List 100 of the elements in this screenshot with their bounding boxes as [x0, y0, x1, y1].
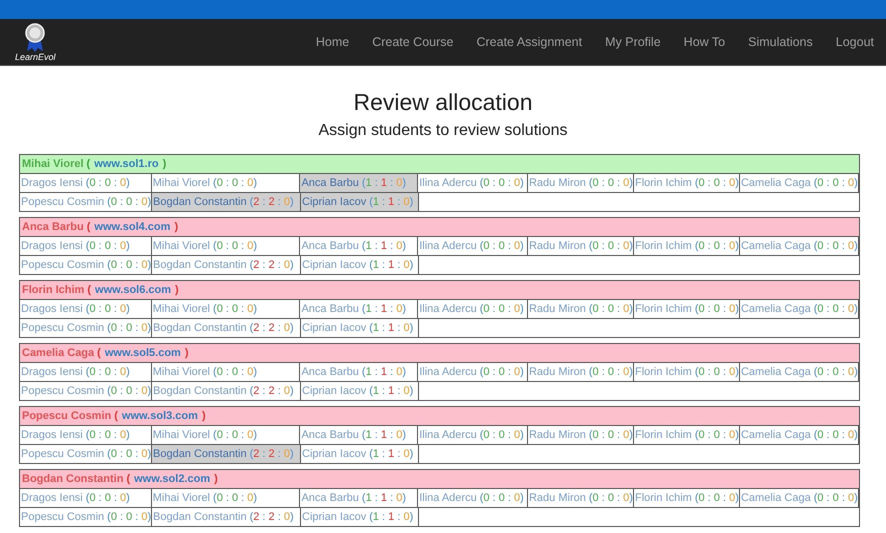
reviewer-cell[interactable]: Dragos Iensi (0 : 0 : 0): [20, 300, 152, 318]
reviewer-cell[interactable]: Radu Miron (0 : 0 : 0): [528, 300, 634, 318]
reviewer-cell[interactable]: Ciprian Iacov (1 : 1 : 0): [301, 193, 419, 211]
nav-link[interactable]: Create Assignment: [476, 32, 582, 52]
reviewer-name: Ilina Adercu: [419, 302, 477, 317]
review-counts: (0 : 0 : 0): [814, 238, 858, 254]
reviewer-cell[interactable]: Florin Ichim (0 : 0 : 0): [634, 363, 740, 381]
reviewer-cell[interactable]: Ciprian Iacov (1 : 1 : 0): [301, 445, 419, 463]
reviewer-cell[interactable]: Camelia Caga (0 : 0 : 0): [740, 300, 859, 318]
solution-link[interactable]: www.sol5.com: [104, 344, 181, 362]
reviewer-cell[interactable]: Ciprian Iacov (1 : 1 : 0): [301, 256, 419, 274]
reviewer-cell[interactable]: Ciprian Iacov (1 : 1 : 0): [301, 508, 419, 526]
reviewer-name: Ilina Adercu: [419, 428, 477, 443]
bracket: (: [114, 408, 118, 424]
reviewer-cell[interactable]: Ilina Adercu (0 : 0 : 0): [418, 426, 528, 444]
reviewer-cell[interactable]: Mihai Viorel (0 : 0 : 0): [152, 363, 300, 381]
reviewer-cell[interactable]: Bogdan Constantin (2 : 2 : 0): [152, 256, 301, 274]
reviewer-cell[interactable]: Florin Ichim (0 : 0 : 0): [634, 489, 740, 507]
reviewer-cell[interactable]: Dragos Iensi (0 : 0 : 0): [20, 426, 152, 444]
reviewer-cell[interactable]: Bogdan Constantin (2 : 2 : 0): [152, 319, 301, 337]
nav-link[interactable]: My Profile: [605, 32, 661, 52]
reviewer-cell[interactable]: Camelia Caga (0 : 0 : 0): [740, 174, 859, 192]
reviewer-cell[interactable]: Bogdan Constantin (2 : 2 : 0): [152, 508, 301, 526]
reviewer-name: Ilina Adercu: [419, 238, 477, 254]
review-counts: (0 : 0 : 0): [86, 428, 130, 443]
review-counts: (0 : 0 : 0): [814, 428, 858, 443]
review-counts: (1 : 1 : 0): [362, 490, 406, 506]
review-counts: (0 : 0 : 0): [213, 302, 258, 317]
reviewer-cell[interactable]: Camelia Caga (0 : 0 : 0): [740, 489, 859, 507]
reviewer-cell[interactable]: Ilina Adercu (0 : 0 : 0): [418, 300, 528, 318]
reviewer-cell[interactable]: Radu Miron (0 : 0 : 0): [528, 363, 634, 381]
reviewer-cell[interactable]: Bogdan Constantin (2 : 2 : 0): [152, 445, 301, 463]
review-counts: (1 : 1 : 0): [369, 384, 414, 399]
review-counts: (0 : 0 : 0): [694, 302, 739, 317]
solution-link[interactable]: www.sol1.ro: [94, 156, 159, 172]
reviewer-cell[interactable]: Dragos Iensi (0 : 0 : 0): [20, 489, 152, 507]
reviewer-name: Popescu Cosmin: [21, 510, 104, 525]
bracket: (: [86, 156, 90, 172]
reviewer-name: Radu Miron: [528, 176, 586, 191]
bracket: (: [97, 346, 101, 361]
reviewer-cell[interactable]: Radu Miron (0 : 0 : 0): [528, 174, 634, 192]
reviewer-cell[interactable]: Popescu Cosmin (0 : 0 : 0): [20, 382, 152, 400]
reviewer-cell[interactable]: Dragos Iensi (0 : 0 : 0): [20, 174, 152, 192]
review-counts: (0 : 0 : 0): [814, 176, 858, 191]
reviewer-cell[interactable]: Radu Miron (0 : 0 : 0): [528, 237, 634, 255]
nav-link[interactable]: Simulations: [748, 32, 813, 52]
author-name: Anca Barbu: [22, 220, 84, 235]
page-subtitle: Assign students to review solutions: [317, 121, 568, 141]
reviewer-cell[interactable]: Florin Ichim (0 : 0 : 0): [634, 426, 740, 444]
nav-link[interactable]: Logout: [836, 32, 874, 52]
nav-link[interactable]: How To: [684, 32, 726, 52]
review-counts: (0 : 0 : 0): [480, 428, 524, 443]
reviewer-cell[interactable]: Camelia Caga (0 : 0 : 0): [740, 363, 859, 381]
reviewer-cell[interactable]: Popescu Cosmin (0 : 0 : 0): [20, 508, 152, 526]
reviewer-cell[interactable]: Mihai Viorel (0 : 0 : 0): [152, 237, 300, 255]
reviewer-cell[interactable]: Ilina Adercu (0 : 0 : 0): [418, 363, 528, 381]
reviewer-cell[interactable]: Anca Barbu (1 : 1 : 0): [300, 300, 418, 318]
reviewer-cell[interactable]: Mihai Viorel (0 : 0 : 0): [152, 426, 300, 444]
nav-link[interactable]: Create Course: [372, 32, 454, 52]
reviewer-cell[interactable]: Dragos Iensi (0 : 0 : 0): [20, 363, 152, 381]
review-counts: (1 : 1 : 0): [362, 428, 406, 443]
reviewer-cell[interactable]: Radu Miron (0 : 0 : 0): [528, 489, 634, 507]
reviewer-cell[interactable]: Florin Ichim (0 : 0 : 0): [634, 174, 740, 192]
solution-link[interactable]: www.sol3.com: [122, 408, 198, 424]
reviewer-cell[interactable]: Mihai Viorel (0 : 0 : 0): [152, 174, 300, 192]
reviewer-cell[interactable]: Bogdan Constantin (2 : 2 : 0): [152, 193, 301, 211]
reviewer-cell[interactable]: Anca Barbu (1 : 1 : 0): [300, 174, 418, 192]
solution-link[interactable]: www.sol6.com: [95, 282, 172, 298]
reviewer-cell[interactable]: Florin Ichim (0 : 0 : 0): [634, 237, 740, 255]
reviewer-cell[interactable]: Popescu Cosmin (0 : 0 : 0): [20, 256, 152, 274]
reviewer-cell[interactable]: Popescu Cosmin (0 : 0 : 0): [20, 193, 152, 211]
solution-link[interactable]: www.sol4.com: [94, 218, 170, 236]
reviewer-cell[interactable]: Bogdan Constantin (2 : 2 : 0): [152, 382, 301, 400]
solution-link[interactable]: www.sol2.com: [134, 470, 210, 488]
reviewer-cell[interactable]: Popescu Cosmin (0 : 0 : 0): [20, 445, 152, 463]
reviewer-name: Radu Miron: [528, 364, 586, 380]
reviewer-cell[interactable]: Camelia Caga (0 : 0 : 0): [740, 426, 859, 444]
reviewer-name: Anca Barbu: [301, 238, 359, 254]
reviewer-cell[interactable]: Ilina Adercu (0 : 0 : 0): [418, 489, 528, 507]
nav-link[interactable]: Home: [316, 32, 350, 52]
reviewer-cell[interactable]: Anca Barbu (1 : 1 : 0): [300, 426, 418, 444]
reviewer-cell[interactable]: Mihai Viorel (0 : 0 : 0): [152, 300, 300, 318]
reviewer-cell[interactable]: Ciprian Iacov (1 : 1 : 0): [301, 382, 419, 400]
reviewer-name: Anca Barbu: [301, 364, 359, 380]
reviewer-cell[interactable]: Ilina Adercu (0 : 0 : 0): [418, 174, 528, 192]
reviewer-cell[interactable]: Ciprian Iacov (1 : 1 : 0): [301, 319, 419, 337]
reviewer-cell[interactable]: Ilina Adercu (0 : 0 : 0): [418, 237, 528, 255]
reviewer-cell[interactable]: Anca Barbu (1 : 1 : 0): [300, 237, 418, 255]
reviewer-cell[interactable]: Popescu Cosmin (0 : 0 : 0): [20, 319, 152, 337]
review-counts: (1 : 1 : 0): [369, 194, 414, 210]
reviewer-name: Bogdan Constantin: [153, 446, 247, 462]
reviewer-cell[interactable]: Camelia Caga (0 : 0 : 0): [740, 237, 859, 255]
reviewer-name: Dragos Iensi: [21, 238, 83, 254]
reviewer-cell[interactable]: Anca Barbu (1 : 1 : 0): [300, 363, 418, 381]
reviewer-cell[interactable]: Florin Ichim (0 : 0 : 0): [634, 300, 740, 318]
reviewer-cell[interactable]: Mihai Viorel (0 : 0 : 0): [152, 489, 300, 507]
reviewer-cell[interactable]: Radu Miron (0 : 0 : 0): [528, 426, 634, 444]
reviewer-cell[interactable]: Anca Barbu (1 : 1 : 0): [300, 489, 418, 507]
reviewer-cell[interactable]: Dragos Iensi (0 : 0 : 0): [20, 237, 152, 255]
logo-text[interactable]: LearnEvol: [15, 52, 56, 62]
